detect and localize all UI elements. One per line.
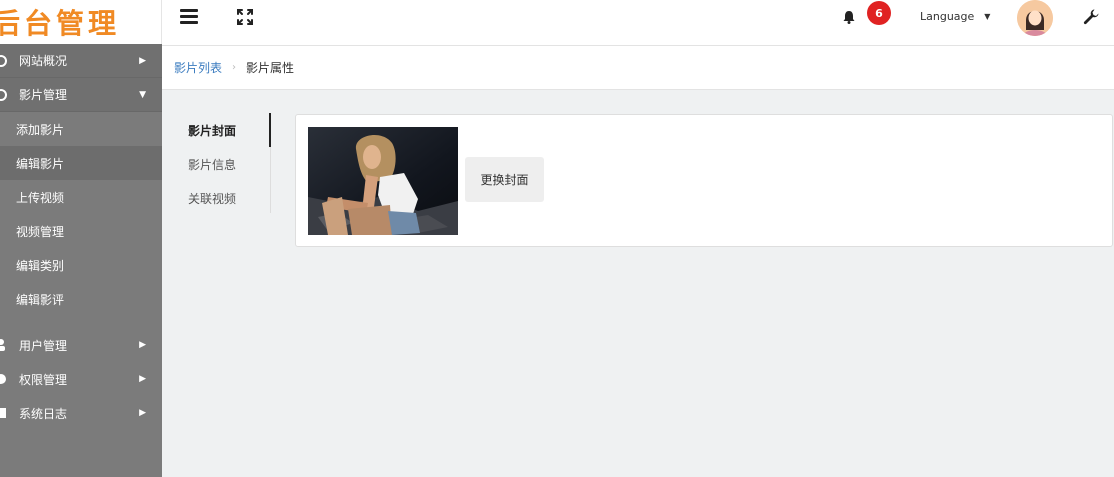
chevron-right-icon: ▶ xyxy=(139,55,146,66)
sidebar: 后台管理 网站概况 ▶ 影片管理 ▼ 添加影片 编辑影片 上传视频 视频管理 编… xyxy=(0,0,162,477)
notification-badge[interactable]: 6 xyxy=(867,1,891,25)
sidebar-item-label: 权限管理 xyxy=(19,372,68,387)
submenu-film: 添加影片 编辑影片 上传视频 视频管理 编辑类别 编辑影评 xyxy=(0,112,162,316)
sidebar-subitem-video-management[interactable]: 视频管理 xyxy=(0,214,162,248)
sidebar-item-label: 系统日志 xyxy=(19,406,68,421)
sidebar-item-label: 用户管理 xyxy=(19,338,68,353)
logo[interactable]: 后台管理 xyxy=(0,0,162,44)
lock-icon xyxy=(0,374,6,384)
language-dropdown[interactable]: Language ▼ xyxy=(920,10,990,23)
breadcrumb-current: 影片属性 xyxy=(246,61,295,75)
hamburger-menu-icon[interactable] xyxy=(180,9,198,25)
dashboard-icon xyxy=(0,54,7,67)
avatar[interactable] xyxy=(1017,0,1053,36)
sidebar-subitem-upload-video[interactable]: 上传视频 xyxy=(0,180,162,214)
chevron-right-icon: ▶ xyxy=(139,408,146,418)
sidebar-item-overview[interactable]: 网站概况 ▶ xyxy=(0,44,162,78)
chevron-right-icon: › xyxy=(232,62,237,73)
cover-image xyxy=(308,127,458,235)
replace-cover-button[interactable]: 更换封面 xyxy=(465,157,544,202)
sidebar-item-film-management[interactable]: 影片管理 ▼ xyxy=(0,78,162,112)
log-icon xyxy=(0,408,6,418)
sidebar-item-label: 影片管理 xyxy=(19,88,68,102)
fullscreen-icon[interactable] xyxy=(236,8,254,26)
sidebar-subitem-add-film[interactable]: 添加影片 xyxy=(0,112,162,146)
bell-icon[interactable] xyxy=(842,10,856,24)
tab-film-cover[interactable]: 影片封面 xyxy=(175,113,271,147)
sidebar-item-permission-management[interactable]: 权限管理 ▶ xyxy=(0,362,162,396)
sidebar-subitem-edit-film[interactable]: 编辑影片 xyxy=(0,146,162,180)
sidebar-subitem-edit-review[interactable]: 编辑影评 xyxy=(0,282,162,316)
topbar: 6 Language ▼ xyxy=(162,0,1114,46)
film-icon xyxy=(0,88,7,101)
chevron-right-icon: ▶ xyxy=(139,340,146,350)
tab-related-video[interactable]: 关联视频 xyxy=(175,181,270,215)
language-label: Language xyxy=(920,10,975,23)
breadcrumb: 影片列表 › 影片属性 xyxy=(162,46,1114,90)
vertical-tabs: 影片封面 影片信息 关联视频 xyxy=(175,113,271,213)
chevron-right-icon: ▶ xyxy=(139,374,146,384)
sidebar-item-label: 网站概况 xyxy=(19,54,68,68)
cover-panel: 更换封面 xyxy=(295,114,1113,247)
chevron-down-icon: ▼ xyxy=(139,89,146,100)
logo-text: 后台管理 xyxy=(0,7,121,40)
sidebar-item-system-log[interactable]: 系统日志 ▶ xyxy=(0,396,162,430)
wrench-icon[interactable] xyxy=(1082,8,1100,26)
breadcrumb-link-film-list[interactable]: 影片列表 xyxy=(174,59,222,76)
user-icon xyxy=(0,339,5,351)
tab-film-info[interactable]: 影片信息 xyxy=(175,147,270,181)
caret-down-icon: ▼ xyxy=(984,12,991,21)
sidebar-item-user-management[interactable]: 用户管理 ▶ xyxy=(0,328,162,362)
sidebar-subitem-edit-category[interactable]: 编辑类别 xyxy=(0,248,162,282)
